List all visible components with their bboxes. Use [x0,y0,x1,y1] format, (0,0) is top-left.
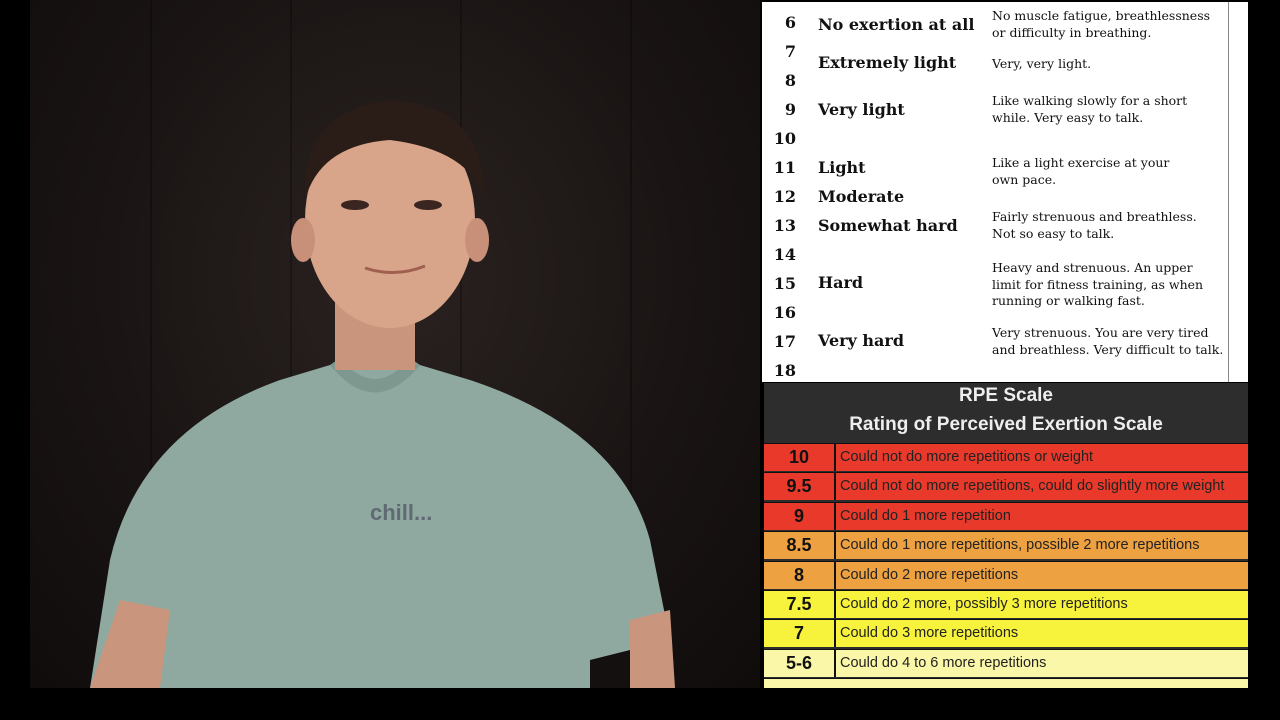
rpe-description: Could do 2 more repetitions [840,566,1019,583]
rpe-value: 10 [764,444,836,471]
borg-description-line: and breathless. Very difficult to talk. [992,341,1224,357]
borg-label: Moderate [818,187,905,206]
borg-number: 8 [784,71,796,90]
borg-number: 18 [773,361,796,380]
rpe-description: Could do 1 more repetitions, possible 2 … [840,537,1200,554]
borg-description-line: No muscle fatigue, breathlessness [992,8,1211,23]
borg-description-line: while. Very easy to talk. [992,109,1144,125]
rpe-description: Could do 1 more repetition [840,507,1011,524]
borg-number: 16 [773,303,796,322]
rpe-description: Could not do more repetitions or weight [840,449,1094,465]
borg-number: 9 [784,100,796,119]
borg-description-line: Like walking slowly for a short [992,93,1188,108]
shirt-print-text: chill... [370,500,433,525]
rpe-row: 8.5 Could do 1 more repetitions, possible… [764,531,1248,560]
borg-number: 10 [773,129,796,148]
video-frame: chill... [30,0,760,688]
borg-description: Like a light exercise at your own pace. [992,155,1227,188]
rpe-value: 7.5 [764,591,836,618]
rpe-value: 7 [764,620,836,648]
borg-number: 6 [784,13,796,32]
borg-description-line: Heavy and strenuous. An upper [992,260,1193,275]
rpe-value: 9.5 [764,473,836,501]
borg-description-line: Like a light exercise at your [992,155,1170,170]
borg-label: No exertion at all [818,15,975,34]
borg-description: No muscle fatigue, breathlessness or diff… [992,8,1227,41]
borg-label: Somewhat hard [818,216,958,235]
rpe-value: 9 [764,502,836,530]
rpe-description: Could do 3 more repetitions [840,625,1019,642]
borg-description-line: own pace. [992,171,1057,187]
borg-description: Heavy and strenuous. An upper limit for f… [992,260,1227,310]
borg-scale-table: 6 7 8 9 10 11 12 13 14 15 16 17 18 No exertion at al… [762,2,1248,382]
borg-number: 17 [773,332,796,351]
borg-number: 12 [773,187,796,206]
borg-description-line: Very, very light. [992,56,1092,71]
rpe-row: 9 Could do 1 more repetition [764,501,1248,530]
rpe-scale-table: RPE Scale Rating of Perceived Exertion S… [764,383,1248,688]
borg-description-line: limit for fitness training, as when [992,276,1204,292]
borg-number: 11 [773,158,796,177]
borg-description-line: running or walking fast. [992,293,1145,308]
rpe-description: Could do 2 more, possibly 3 more repetit… [840,596,1128,612]
rpe-row: 5-6 Could do 4 to 6 more repetitions [764,648,1248,677]
borg-label: Light [818,158,866,177]
borg-description-line: Not so easy to talk. [992,225,1115,241]
borg-number: 13 [773,216,796,235]
borg-description: Very strenuous. You are very tired and br… [992,325,1227,358]
borg-description: Very, very light. [992,56,1227,73]
borg-label: Very hard [818,331,905,350]
borg-description: Fairly strenuous and breathless. Not so e… [992,209,1227,242]
rpe-row: 9.5 Could not do more repetitions, could … [764,472,1248,501]
borg-label: Very light [818,100,905,119]
rpe-row: 10 Could not do more repetitions or weigh… [764,443,1248,471]
rpe-value: 8.5 [764,532,836,560]
borg-description-line: Fairly strenuous and breathless. [992,209,1197,224]
borg-number: 7 [784,42,796,61]
rpe-row: 7.5 Could do 2 more, possibly 3 more repe… [764,590,1248,618]
rpe-value: 5-6 [764,649,836,677]
rpe-value: 8 [764,561,836,589]
borg-description: Like walking slowly for a short while. Ve… [992,93,1227,126]
borg-number: 14 [773,245,796,264]
borg-description-line: or difficulty in breathing. [992,24,1152,40]
borg-label: Hard [818,273,864,292]
person-image [90,100,675,688]
rpe-description: Could not do more repetitions, could do … [840,478,1225,495]
rpe-title: RPE Scale [959,385,1053,406]
rpe-description: Could do 4 to 6 more repetitions [840,654,1047,671]
rpe-subtitle: Rating of Perceived Exertion Scale [849,414,1163,435]
borg-label: Extremely light [818,53,957,72]
borg-description-line: Very strenuous. You are very tired [992,325,1209,340]
rpe-row: 7 Could do 3 more repetitions [764,619,1248,648]
rpe-row: 8 Could do 2 more repetitions [764,560,1248,589]
rpe-row-partial [764,678,1248,688]
borg-number: 15 [773,274,796,293]
